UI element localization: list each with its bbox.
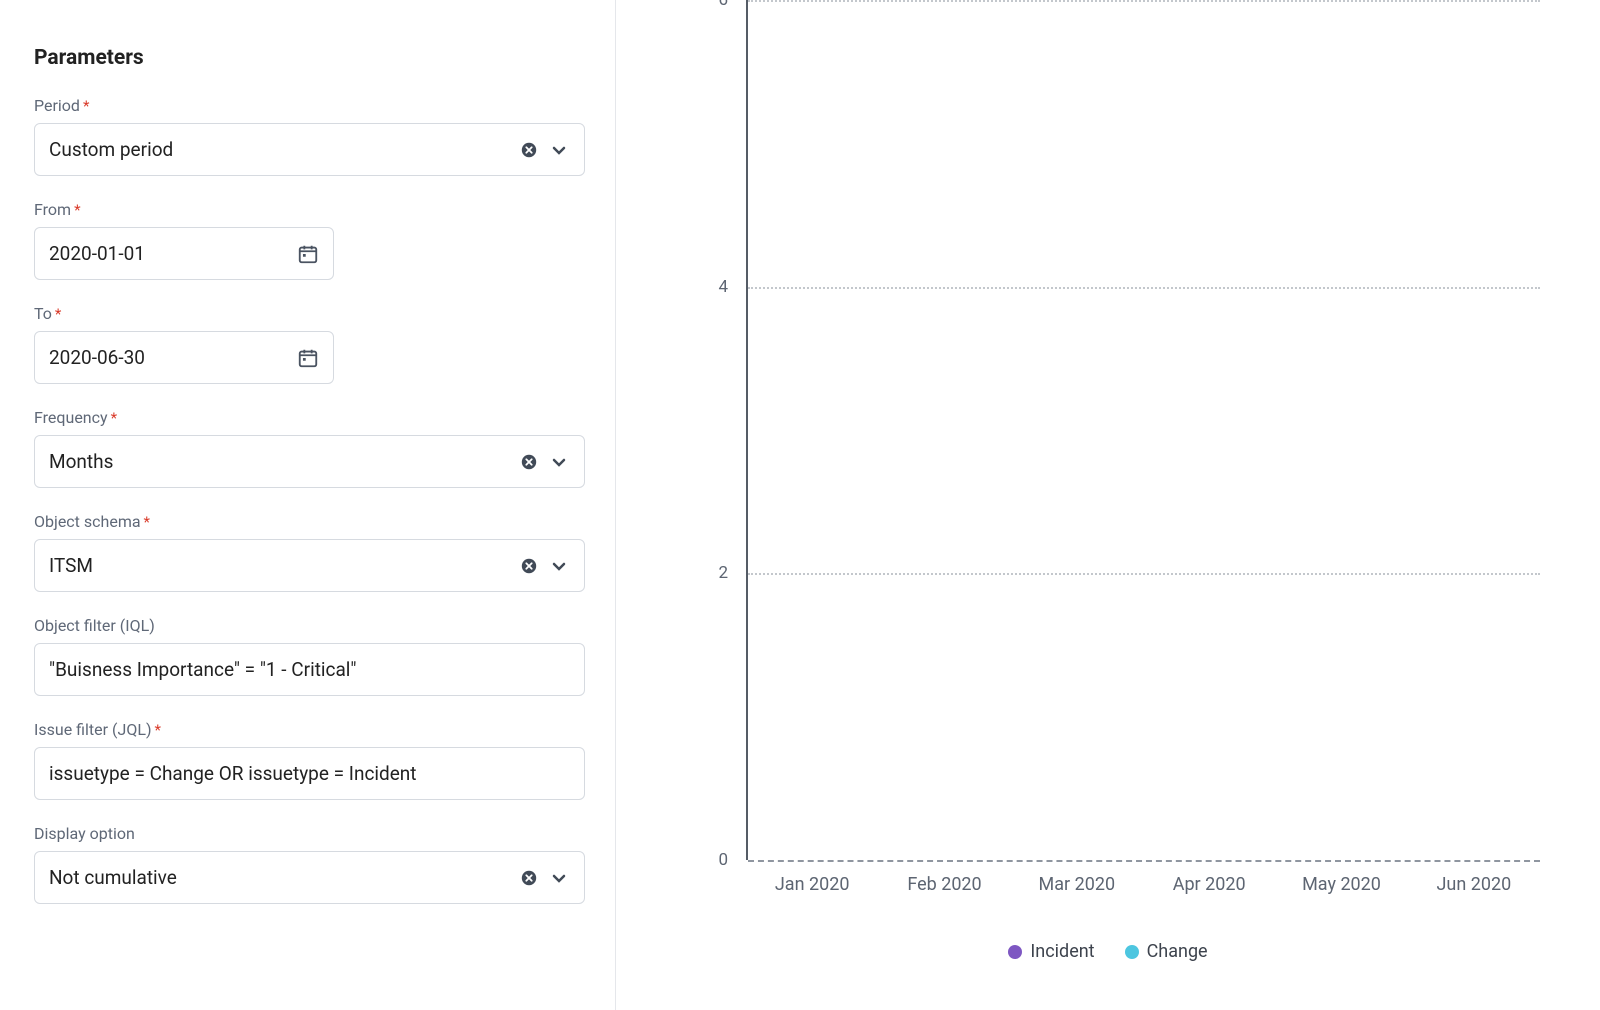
issue-filter-value: issuetype = Change OR issuetype = Incide…	[49, 762, 570, 785]
legend-swatch	[1008, 945, 1022, 959]
required-indicator: *	[111, 409, 117, 427]
field-to: To* 2020-06-30	[34, 304, 585, 384]
field-label-period: Period*	[34, 96, 585, 115]
chart-legend: Incident Change	[616, 941, 1600, 962]
legend-item-incident[interactable]: Incident	[1008, 941, 1094, 962]
y-tick: 2	[718, 563, 728, 583]
period-value: Custom period	[49, 138, 518, 161]
required-indicator: *	[74, 201, 80, 219]
x-label: Mar 2020	[1039, 874, 1116, 895]
issue-filter-input[interactable]: issuetype = Change OR issuetype = Incide…	[34, 747, 585, 800]
required-indicator: *	[83, 97, 89, 115]
calendar-icon[interactable]	[297, 347, 319, 369]
gridline	[748, 573, 1540, 575]
gridline	[748, 0, 1540, 2]
legend-label: Change	[1147, 941, 1208, 962]
x-label: Apr 2020	[1173, 874, 1246, 895]
field-label-schema: Object schema*	[34, 512, 585, 531]
x-label: Jan 2020	[775, 874, 850, 895]
chevron-down-icon[interactable]	[548, 451, 570, 473]
field-from: From* 2020-01-01	[34, 200, 585, 280]
gridline	[748, 287, 1540, 289]
x-axis-line	[748, 860, 1540, 862]
frequency-value: Months	[49, 450, 518, 473]
required-indicator: *	[55, 305, 61, 323]
x-label: Feb 2020	[907, 874, 981, 895]
field-label-obj-filter: Object filter (IQL)	[34, 616, 585, 635]
legend-item-change[interactable]: Change	[1125, 941, 1208, 962]
field-label-issue-filter: Issue filter (JQL)*	[34, 720, 585, 739]
chevron-down-icon[interactable]	[548, 867, 570, 889]
x-label: May 2020	[1302, 874, 1381, 895]
obj-filter-value: "Buisness Importance" = "1 - Critical"	[49, 658, 570, 681]
clear-icon[interactable]	[518, 555, 540, 577]
period-select[interactable]: Custom period	[34, 123, 585, 176]
field-display-opt: Display option Not cumulative	[34, 824, 585, 904]
schema-select[interactable]: ITSM	[34, 539, 585, 592]
y-axis: 0246	[686, 0, 746, 860]
display-opt-select[interactable]: Not cumulative	[34, 851, 585, 904]
schema-value: ITSM	[49, 554, 518, 577]
field-period: Period* Custom period	[34, 96, 585, 176]
legend-label: Incident	[1030, 941, 1094, 962]
chevron-down-icon[interactable]	[548, 555, 570, 577]
field-label-from: From*	[34, 200, 585, 219]
from-value: 2020-01-01	[49, 242, 297, 265]
to-value: 2020-06-30	[49, 346, 297, 369]
parameters-panel: Parameters Period* Custom period	[0, 0, 616, 1010]
chart-area: 0246	[686, 0, 1540, 860]
y-tick: 6	[718, 0, 728, 10]
legend-swatch	[1125, 945, 1139, 959]
x-axis-labels: Jan 2020 Feb 2020 Mar 2020 Apr 2020 May 2020…	[746, 874, 1540, 898]
bars-layer	[748, 0, 1540, 860]
field-label-frequency: Frequency*	[34, 408, 585, 427]
field-obj-filter: Object filter (IQL) "Buisness Importance…	[34, 616, 585, 696]
to-date-input[interactable]: 2020-06-30	[34, 331, 334, 384]
parameters-title: Parameters	[34, 46, 585, 70]
from-date-input[interactable]: 2020-01-01	[34, 227, 334, 280]
clear-icon[interactable]	[518, 867, 540, 889]
field-label-display-opt: Display option	[34, 824, 585, 843]
x-label: Jun 2020	[1436, 874, 1511, 895]
clear-icon[interactable]	[518, 451, 540, 473]
chart-panel: 0 2 4 6 Jan 2020 Feb 2020 Mar 2020 Apr 2020 May…	[616, 0, 1600, 1010]
chevron-down-icon[interactable]	[548, 139, 570, 161]
y-tick: 4	[718, 277, 728, 297]
obj-filter-input[interactable]: "Buisness Importance" = "1 - Critical"	[34, 643, 585, 696]
field-issue-filter: Issue filter (JQL)* issuetype = Change O…	[34, 720, 585, 800]
field-schema: Object schema* ITSM	[34, 512, 585, 592]
display-opt-value: Not cumulative	[49, 866, 518, 889]
field-frequency: Frequency* Months	[34, 408, 585, 488]
plot-area	[746, 0, 1540, 860]
y-tick: 0	[718, 850, 728, 870]
clear-icon[interactable]	[518, 139, 540, 161]
required-indicator: *	[144, 513, 150, 531]
frequency-select[interactable]: Months	[34, 435, 585, 488]
calendar-icon[interactable]	[297, 243, 319, 265]
field-label-to: To*	[34, 304, 585, 323]
required-indicator: *	[155, 721, 161, 739]
